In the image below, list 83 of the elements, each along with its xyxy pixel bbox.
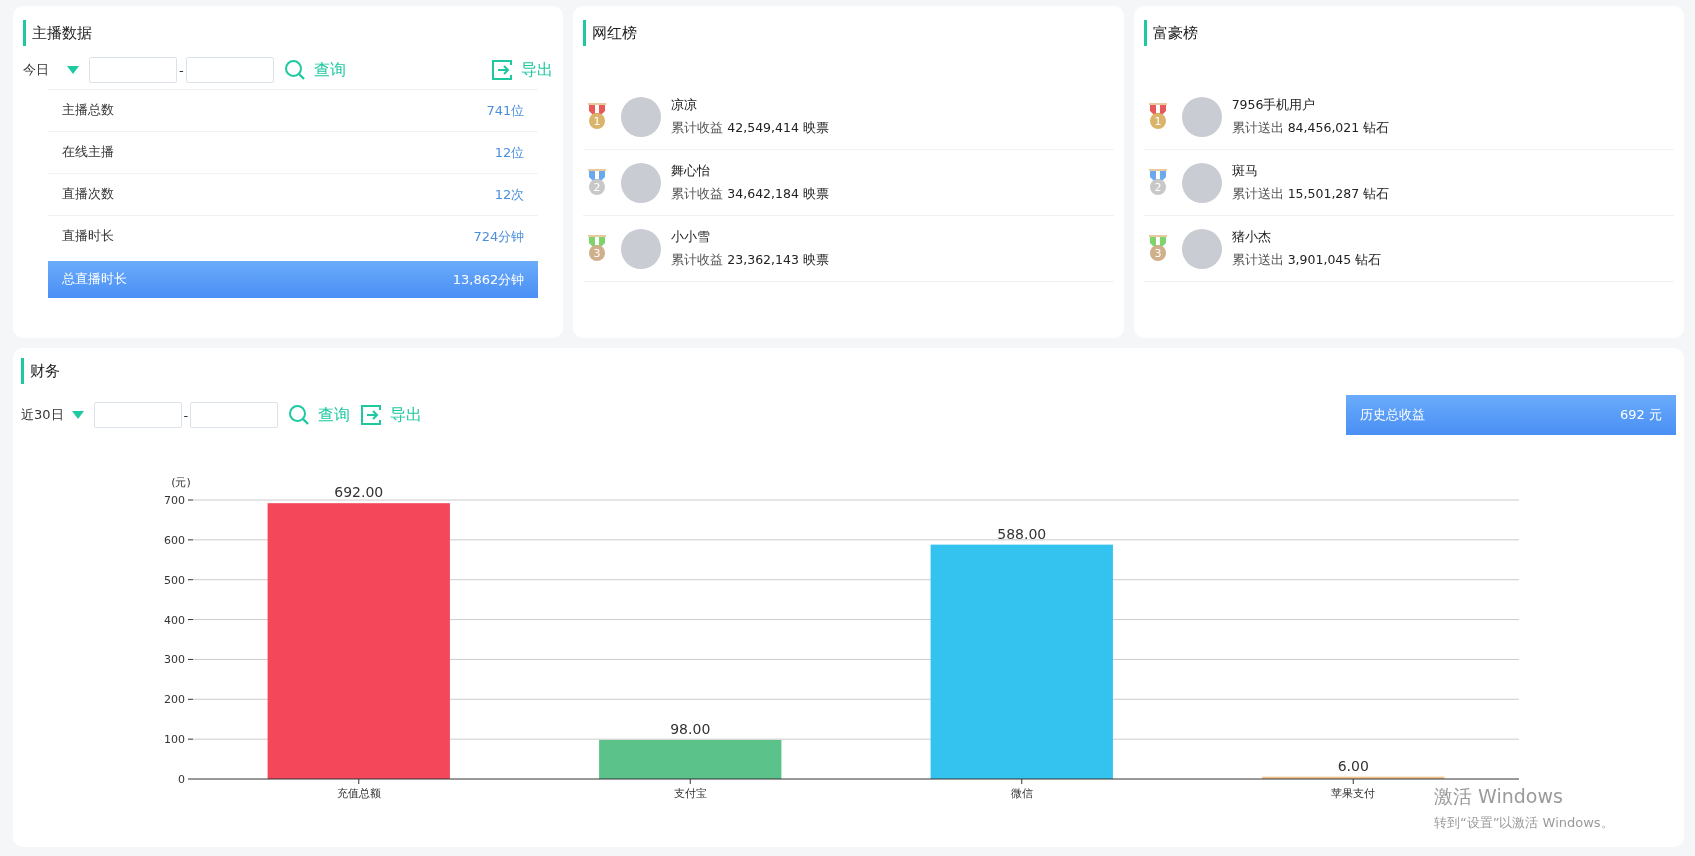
y-tick-label: 300: [164, 653, 185, 667]
date-separator: -: [183, 407, 189, 423]
export-icon: [360, 404, 383, 426]
start-date-field[interactable]: [89, 57, 177, 83]
caret-icon: [71, 411, 84, 419]
stat-label: 主播总数: [62, 102, 114, 119]
bar-value-label: 6.00: [1337, 757, 1369, 774]
metric-amount: 84,456,021: [1287, 119, 1360, 137]
stat-label: 直播次数: [62, 186, 114, 203]
x-category-label: 微信: [1010, 787, 1033, 800]
summary-value: 692 元: [1620, 406, 1662, 424]
x-category-label: 充值总额: [336, 787, 381, 800]
x-category-label: 支付宝: [673, 787, 707, 800]
bar-value-label: 98.00: [670, 720, 711, 737]
metric-label: 累计送出: [1231, 119, 1284, 137]
stat-value: 12位: [494, 143, 525, 162]
stat-label: 直播时长: [62, 228, 114, 245]
user-name: 舞心怡: [671, 162, 712, 180]
bar-value-label: 588.00: [997, 525, 1047, 542]
avatar-placeholder: [621, 228, 662, 269]
metric-amount: 34,642,184: [727, 185, 799, 203]
panel-title: 主播数据: [23, 20, 92, 46]
metric-amount: 15,501,287: [1287, 185, 1360, 203]
export-button[interactable]: 导出: [360, 404, 423, 426]
stat-value: 741位: [486, 101, 525, 120]
user-name: 7956手机用户: [1231, 96, 1317, 114]
metric-unit: 钻石: [1363, 119, 1390, 137]
y-tick-label: 500: [164, 573, 185, 587]
activation-subtitle: 转到“设置”以激活 Windows。: [1434, 814, 1614, 832]
panel-title: 富豪榜: [1143, 20, 1198, 46]
user-name: 小小雪: [671, 228, 712, 246]
period-dropdown[interactable]: 今日: [23, 61, 79, 79]
stat-label: 总直播时长: [62, 271, 127, 288]
summary-label: 历史总收益: [1360, 406, 1425, 424]
y-tick-label: 100: [164, 733, 185, 747]
metric-unit: 钻石: [1363, 185, 1390, 203]
user-name: 凉凉: [671, 96, 699, 114]
metric-unit: 映票: [802, 185, 829, 203]
metric-label: 累计收益: [671, 185, 724, 203]
metric-label: 累计送出: [1231, 185, 1284, 203]
metric-label: 累计送出: [1231, 251, 1284, 269]
export-icon: [491, 59, 514, 81]
date-separator: -: [179, 62, 184, 78]
metric-unit: 钻石: [1355, 251, 1382, 269]
avatar-placeholder: [621, 96, 662, 137]
y-tick-label: 200: [164, 693, 185, 707]
user-name: 斑马: [1231, 162, 1259, 180]
end-date-field[interactable]: [185, 57, 274, 83]
metric-amount: 42,549,414: [727, 119, 799, 137]
start-date-field[interactable]: [93, 402, 182, 428]
user-name: 猪小杰: [1231, 228, 1272, 246]
avatar-placeholder: [1181, 96, 1222, 137]
panel-title: 财务: [21, 358, 60, 384]
metric-amount: 23,362,143: [727, 251, 799, 269]
stat-value: 13,862分钟: [452, 270, 525, 289]
stat-label: 在线主播: [62, 144, 114, 161]
search-icon: [288, 404, 311, 426]
y-tick-label: 400: [164, 613, 185, 627]
x-category-label: 苹果支付: [1331, 787, 1376, 800]
y-tick-label: 0: [178, 773, 185, 786]
stat-value: 12次: [494, 185, 525, 204]
caret-icon: [67, 66, 79, 74]
period-dropdown[interactable]: 近30日: [21, 406, 84, 424]
metric-amount: 3,901,045: [1287, 251, 1352, 269]
bar-value-label: 692.00: [334, 484, 384, 501]
search-icon: [283, 59, 306, 81]
query-button[interactable]: 查询: [283, 59, 346, 81]
end-date-field[interactable]: [190, 402, 279, 428]
metric-label: 累计收益: [671, 251, 724, 269]
y-tick-label: 600: [164, 533, 185, 547]
stat-value: 724分钟: [473, 227, 525, 246]
panel-title: 网红榜: [583, 20, 638, 46]
y-tick-label: 700: [164, 494, 185, 507]
metric-unit: 映票: [802, 251, 829, 269]
query-button[interactable]: 查询: [288, 404, 351, 426]
activation-title: 激活 Windows: [1434, 784, 1564, 809]
metric-label: 累计收益: [671, 119, 724, 137]
metric-unit: 映票: [802, 119, 829, 137]
avatar-placeholder: [1181, 228, 1222, 269]
avatar-placeholder: [1181, 162, 1222, 203]
export-button[interactable]: 导出: [491, 59, 554, 81]
avatar-placeholder: [621, 162, 662, 203]
axis-unit-label: (元): [171, 476, 191, 489]
